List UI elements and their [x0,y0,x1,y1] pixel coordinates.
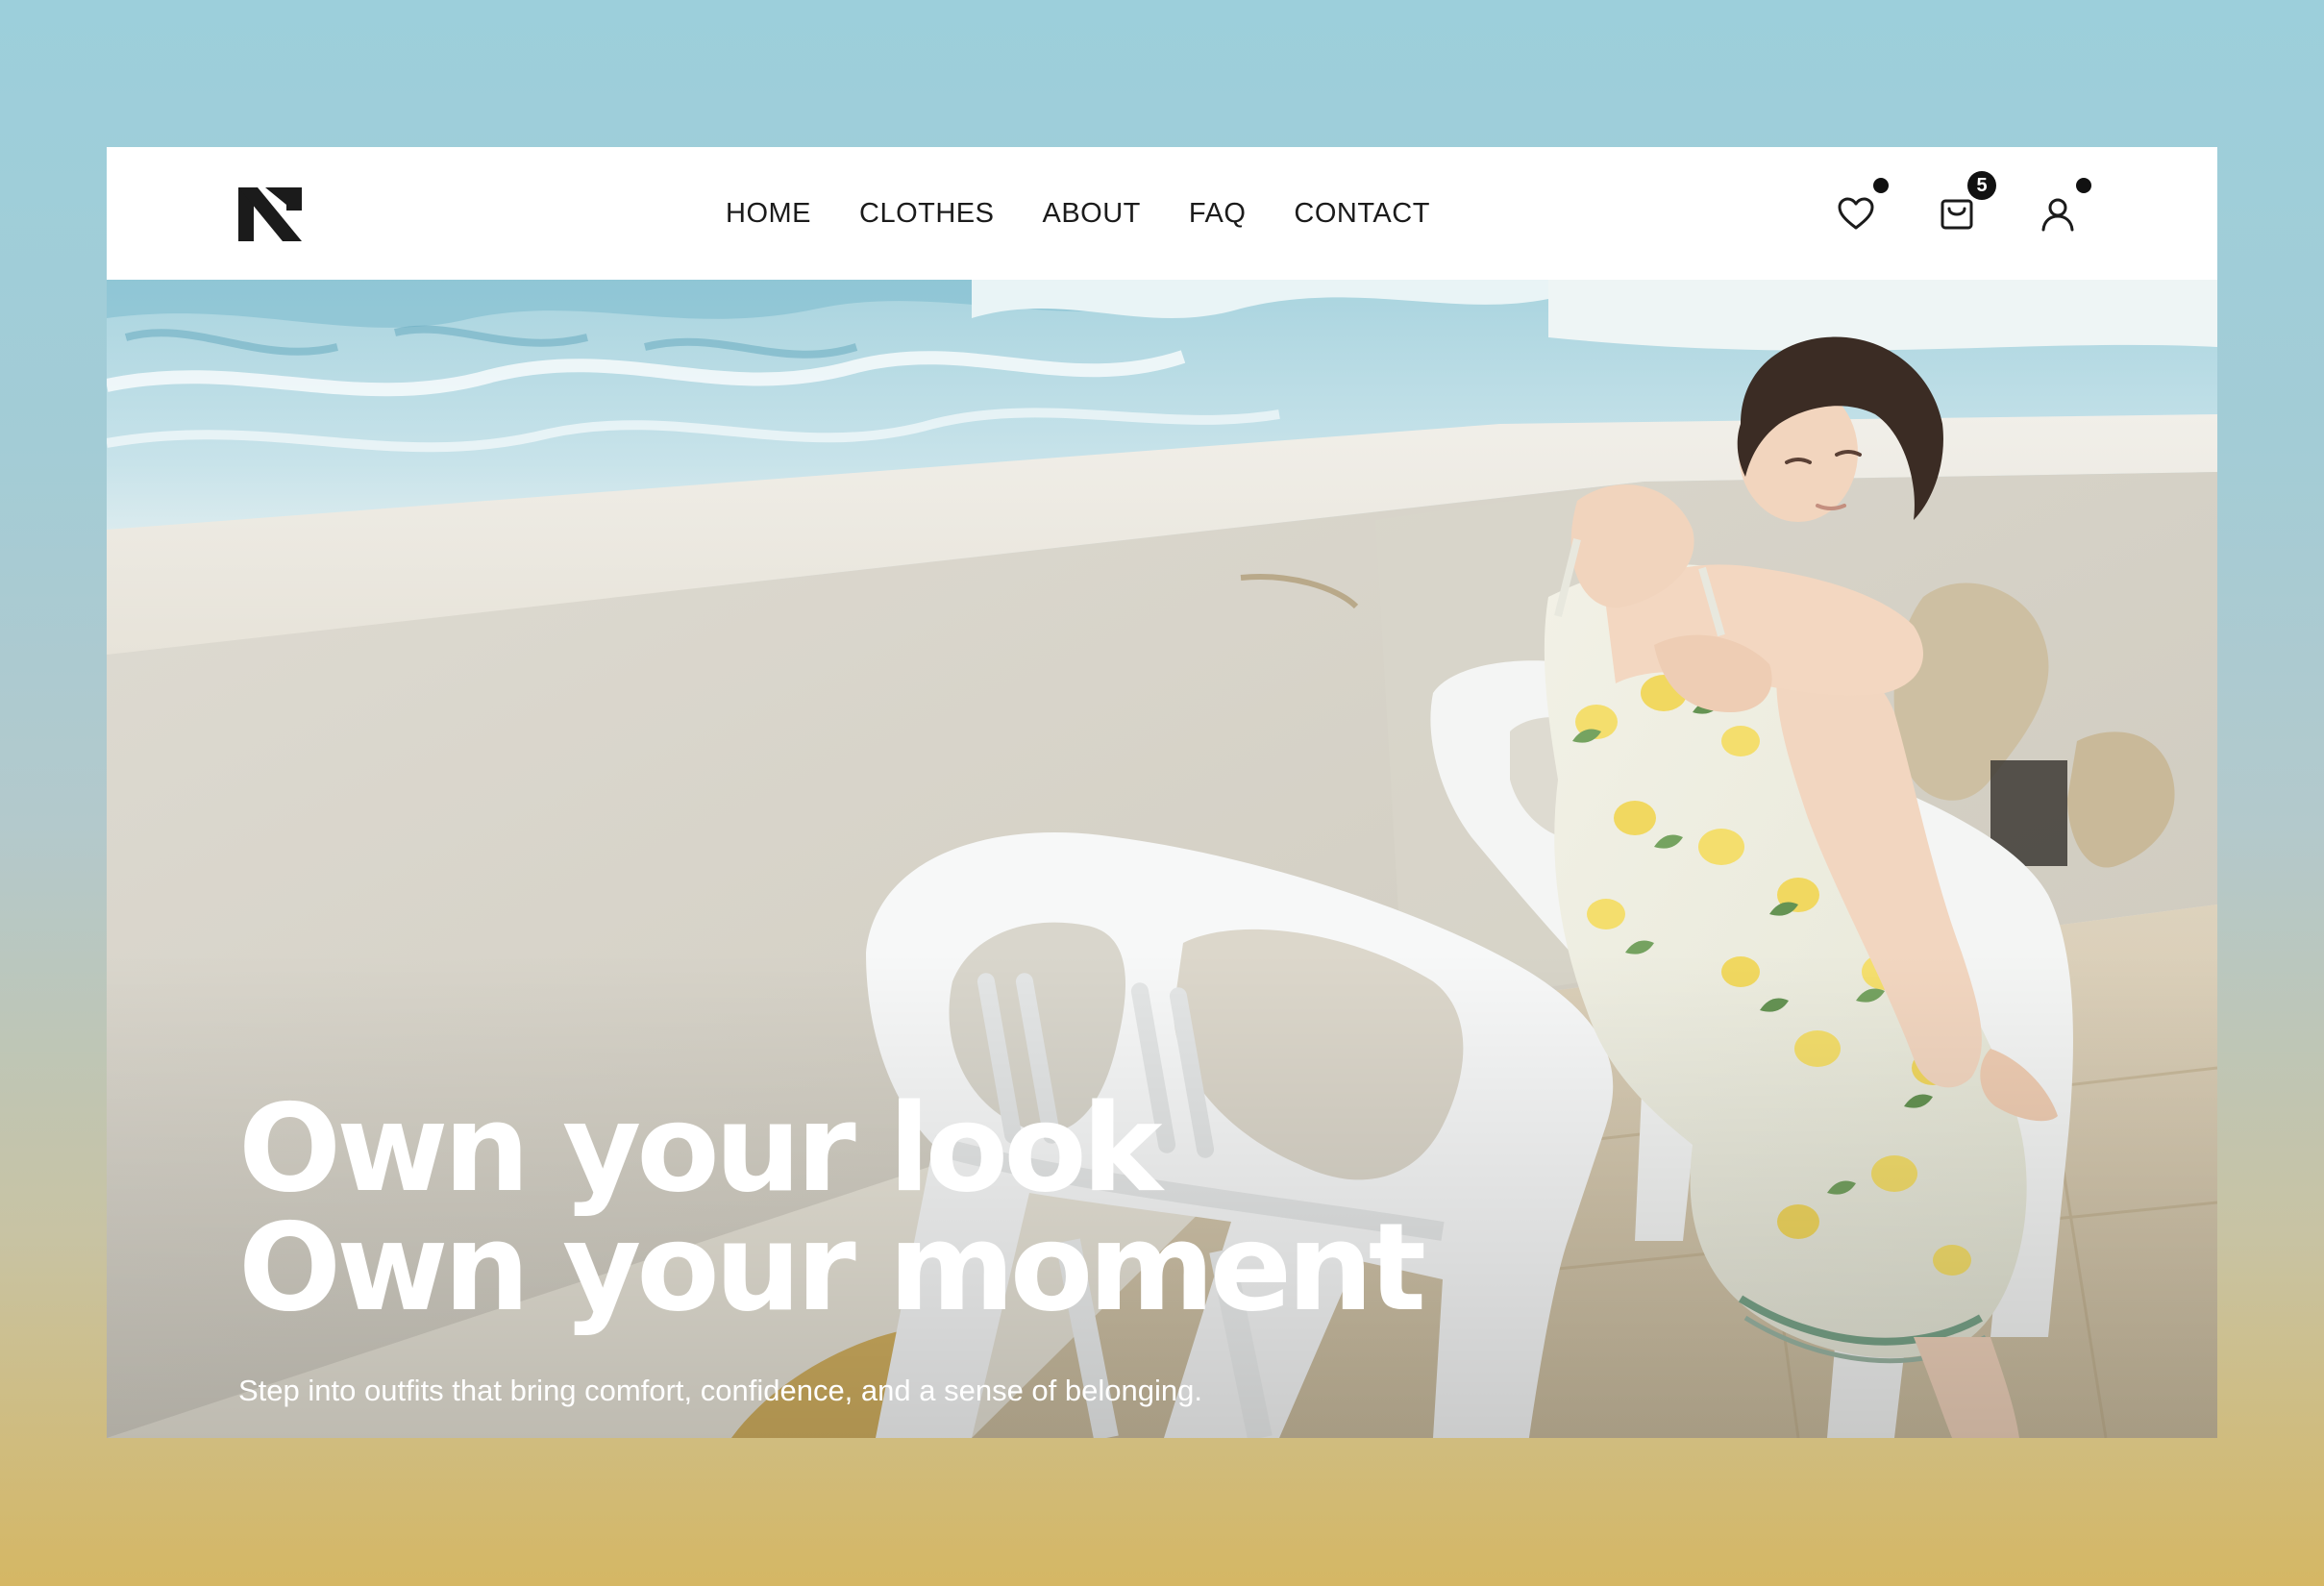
shopping-bag-icon[interactable] [1938,195,1976,234]
hero-headline-line-2: Own your moment [238,1197,1426,1338]
hero-banner: Own your look Own your moment Step into … [107,280,2217,1438]
hero-subtext: Step into outfits that bring comfort, co… [238,1374,1202,1407]
nav-actions: 5 [107,147,2217,280]
hero-headline-line-1: Own your look [238,1078,1163,1219]
cart-count-badge: 5 [1967,171,1996,200]
wishlist-indicator-dot [1873,178,1889,193]
account-indicator-dot [2076,178,2091,193]
website-frame: HOME CLOTHES ABOUT FAQ CONTACT 5 Own you… [107,147,2217,1438]
navbar: HOME CLOTHES ABOUT FAQ CONTACT 5 [107,147,2217,280]
user-icon[interactable] [2039,195,2077,234]
hero-headline: Own your look Own your moment [238,1078,1426,1338]
heart-icon[interactable] [1837,195,1875,234]
